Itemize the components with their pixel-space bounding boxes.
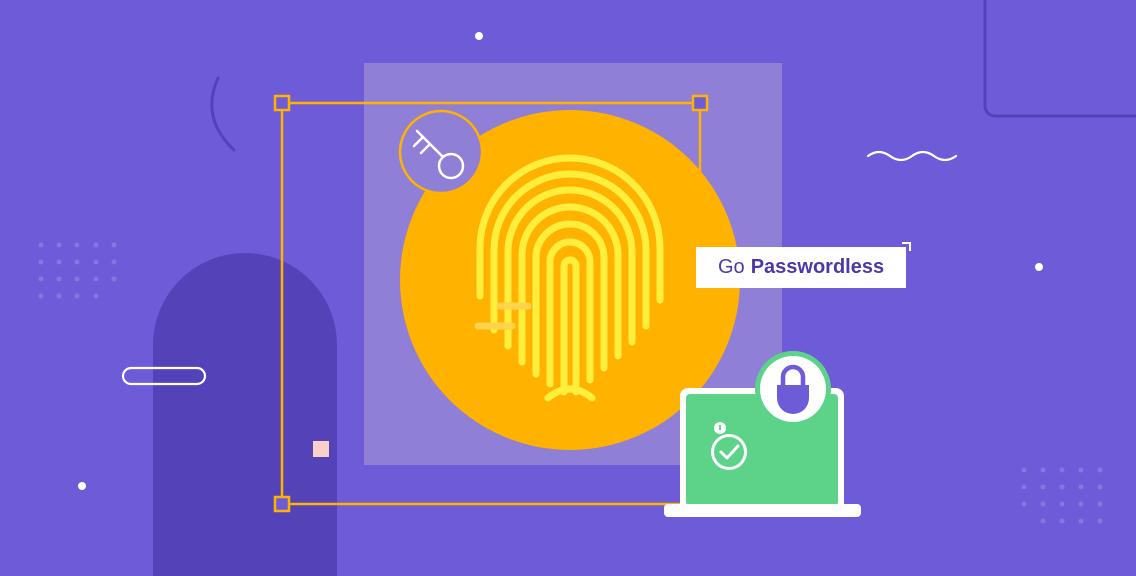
illustration-canvas — [38, 0, 1136, 576]
peach-square — [313, 441, 329, 457]
padlock-icon — [755, 351, 831, 427]
hero-illustration: Go Passwordless — [0, 0, 1136, 576]
cta-label-emphasis: Passwordless — [750, 256, 885, 278]
key-icon — [398, 109, 484, 195]
sparkle-dot — [78, 482, 86, 490]
dot-grid-right — [1021, 467, 1103, 524]
dot-grid-left — [38, 242, 117, 299]
cta-label-prefix: Go — [718, 256, 745, 278]
sparkle-dot — [1035, 263, 1043, 271]
corner-frame-outline — [983, 0, 1136, 118]
wave-squiggle — [866, 150, 958, 162]
cta-label: Go Passwordless — [696, 247, 906, 288]
background-arch — [153, 253, 337, 576]
decorative-arc — [210, 76, 236, 152]
sparkle-dot — [475, 32, 483, 40]
